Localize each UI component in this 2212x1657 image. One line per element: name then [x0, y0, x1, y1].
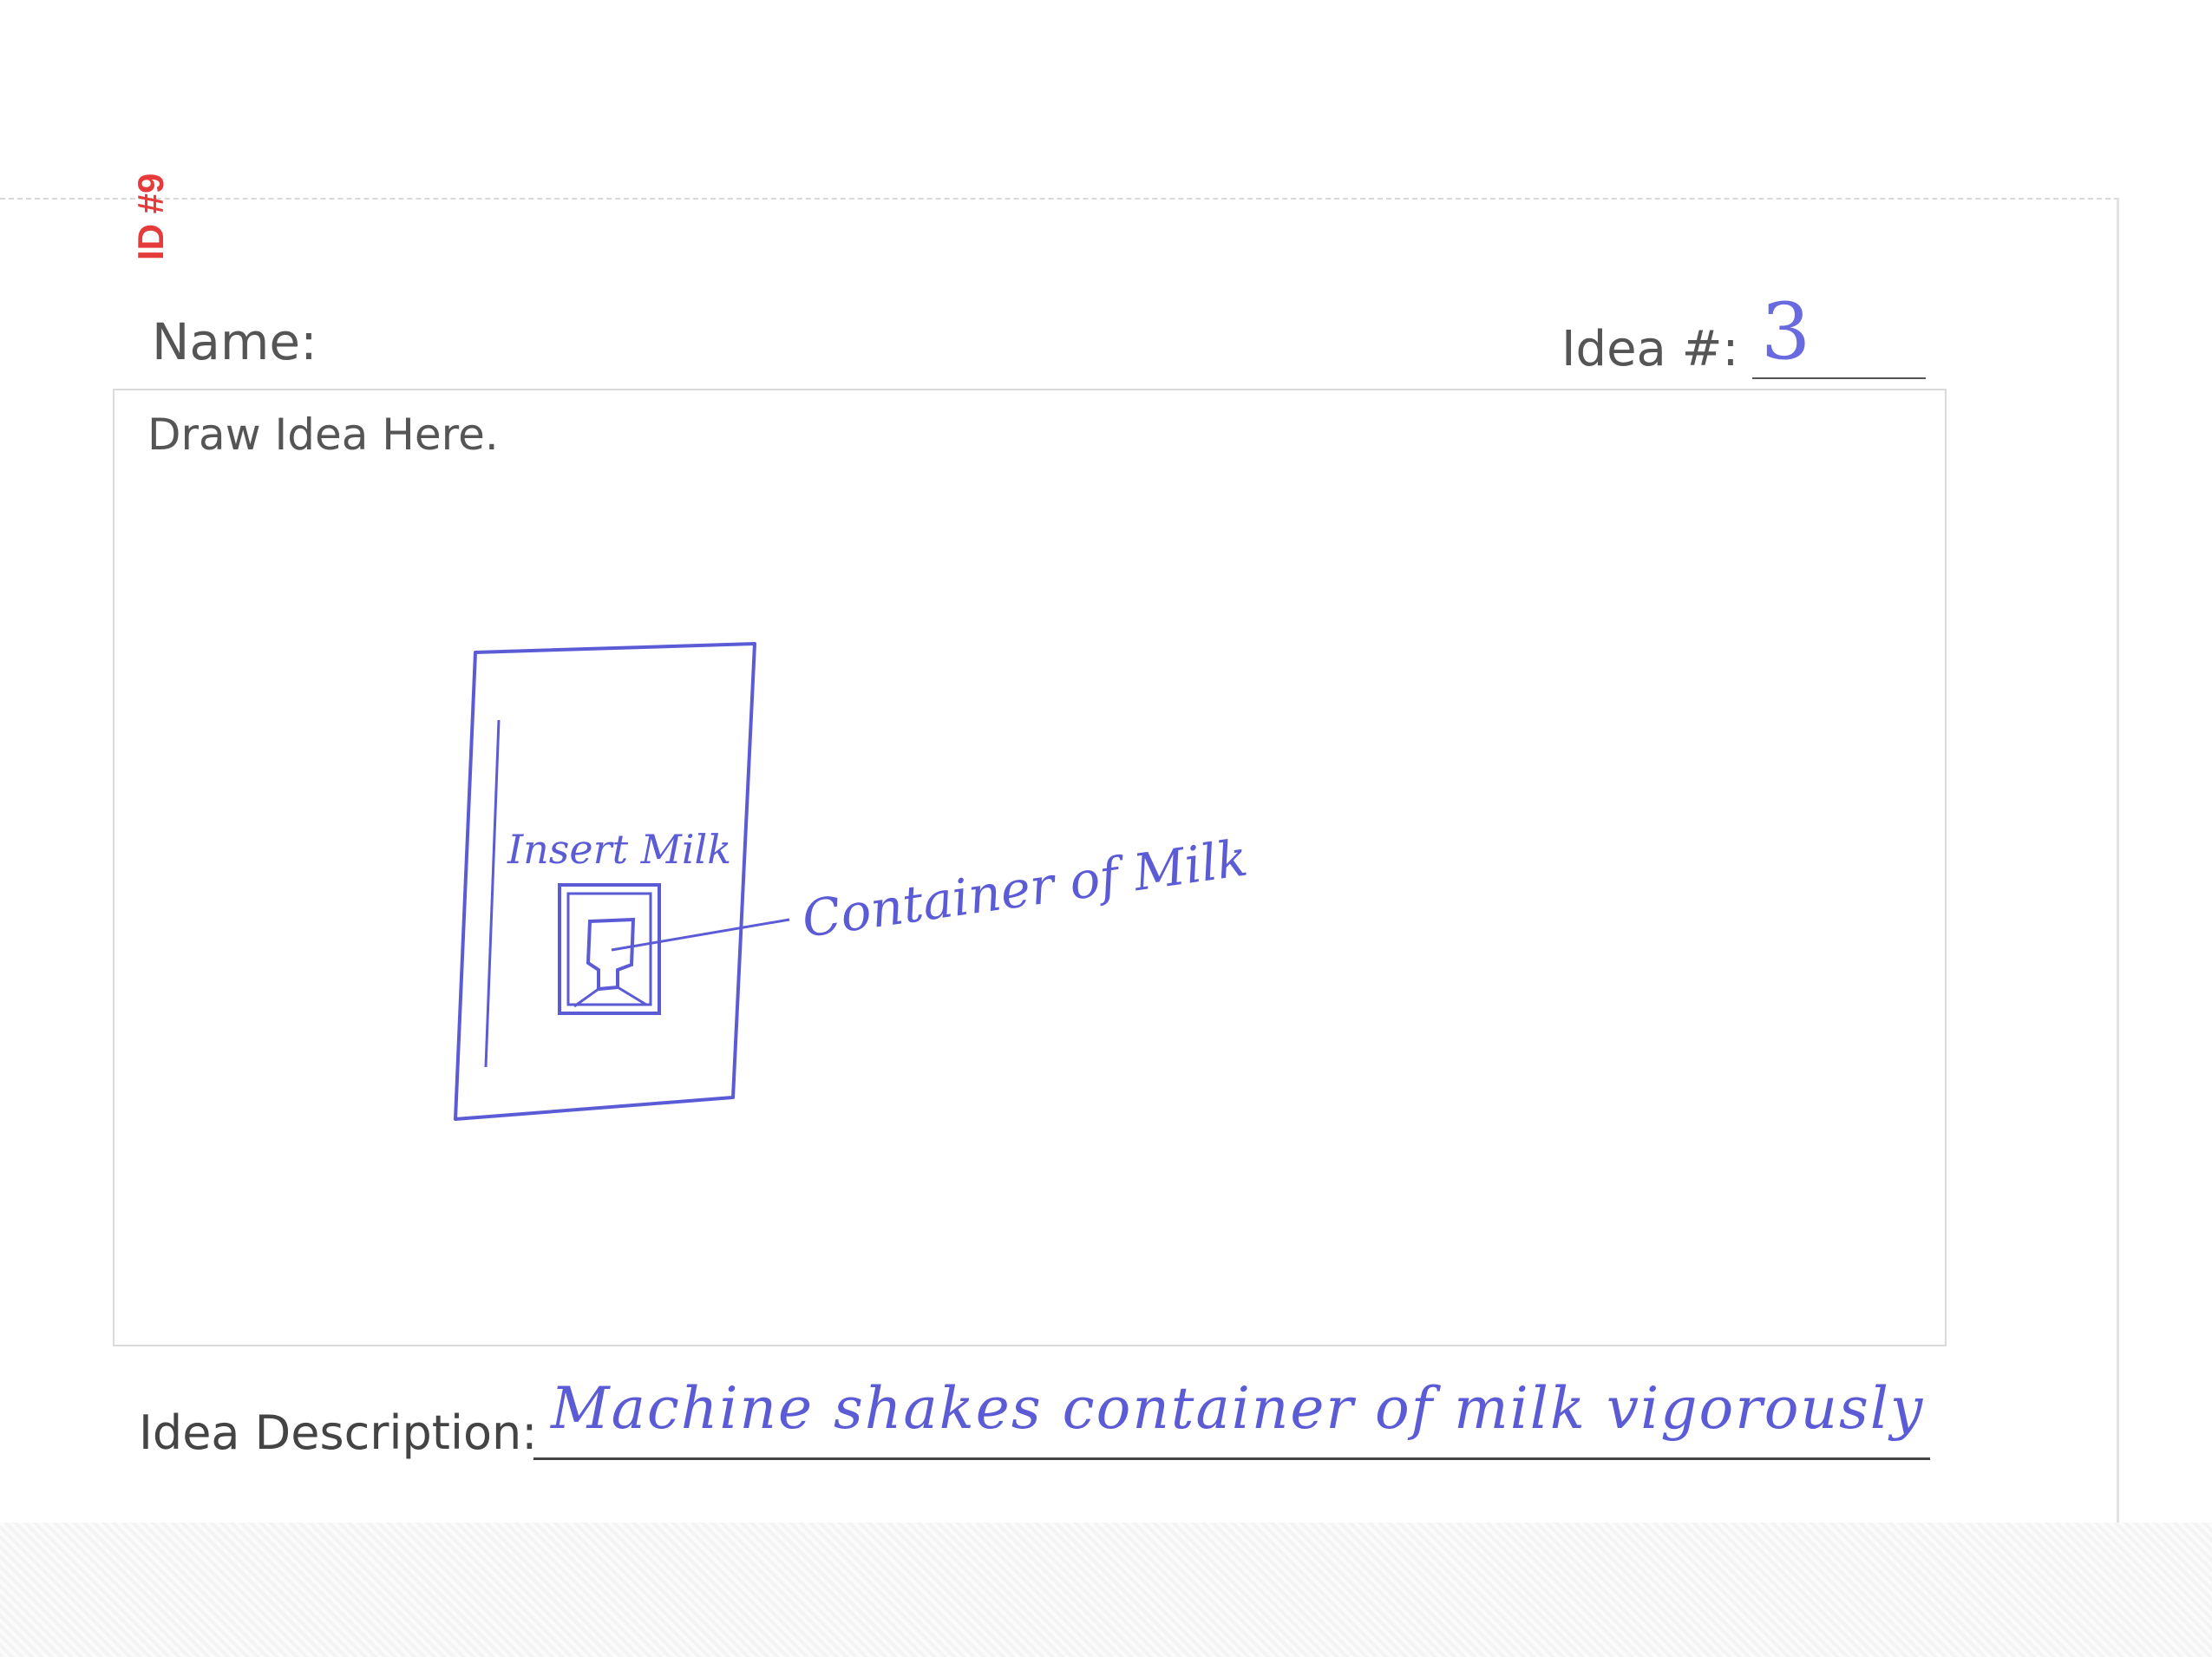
- container-of-milk-label: Container of Milk: [798, 828, 1251, 949]
- description-underline: [533, 1457, 1930, 1460]
- milk-carton: [586, 917, 636, 992]
- machine-outline: [454, 642, 756, 1121]
- scan-noise-band: [0, 1523, 2212, 1657]
- description-label: Idea Description:: [139, 1405, 538, 1460]
- machine-outline-edge: [484, 719, 501, 1068]
- insert-milk-label: Insert Milk: [507, 826, 731, 873]
- callout-line: [611, 918, 790, 952]
- description-value: Machine shakes container of milk vigorou…: [551, 1375, 1925, 1442]
- milk-window: [558, 883, 661, 1015]
